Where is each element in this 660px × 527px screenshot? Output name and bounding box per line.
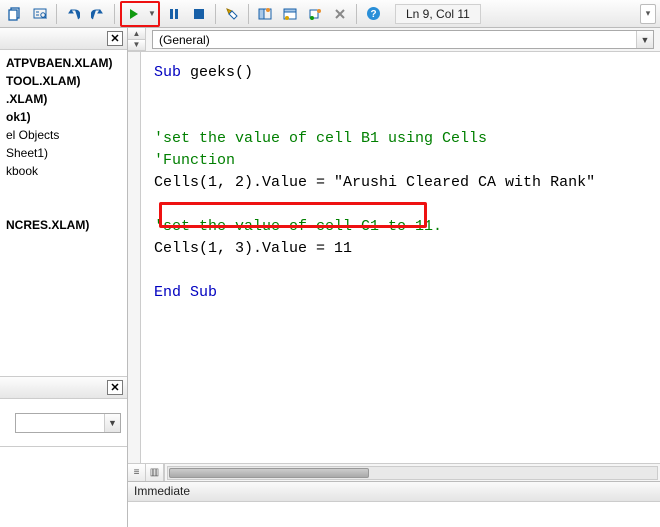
- run-dropdown-arrow-icon[interactable]: ▼: [147, 9, 157, 18]
- properties-grid: [0, 447, 127, 527]
- toolbar-overflow-icon[interactable]: ▾: [640, 4, 656, 24]
- stop-icon[interactable]: [188, 3, 210, 25]
- immediate-window: Immediate: [128, 481, 660, 527]
- view-toggle-buttons: ≡ ▥: [128, 464, 165, 481]
- project-tree[interactable]: ATPVBAEN.XLAM)TOOL.XLAM).XLAM)ok1)el Obj…: [0, 50, 127, 377]
- find-icon[interactable]: [29, 3, 51, 25]
- procedure-view-icon[interactable]: ≡: [128, 464, 146, 481]
- scroll-track[interactable]: [167, 466, 658, 480]
- object-dropdown-value: (General): [159, 33, 210, 47]
- run-icon[interactable]: [123, 3, 145, 25]
- project-panel-header: ✕: [0, 28, 127, 50]
- editor-bottom-bar: ≡ ▥: [128, 463, 660, 481]
- separator: [356, 4, 357, 24]
- separator: [215, 4, 216, 24]
- chevron-down-icon[interactable]: ▼: [636, 31, 653, 48]
- project-tree-item[interactable]: .XLAM): [6, 90, 125, 108]
- svg-text:?: ?: [370, 9, 376, 20]
- properties-panel-header: ✕: [0, 377, 127, 399]
- undo-icon[interactable]: [62, 3, 84, 25]
- separator: [114, 4, 115, 24]
- code-text: Cells(1, 2).Value = "Arushi Cleared CA w…: [154, 172, 652, 194]
- properties-window-icon[interactable]: [279, 3, 301, 25]
- project-tree-item[interactable]: NCRES.XLAM): [6, 216, 125, 234]
- project-tree-item[interactable]: [6, 180, 125, 198]
- edge-buttons: ▲ ▼: [128, 28, 146, 51]
- object-dropdown[interactable]: (General) ▼: [152, 30, 654, 49]
- help-icon[interactable]: ?: [362, 3, 384, 25]
- code-editor[interactable]: Sub geeks() 'set the value of cell B1 us…: [128, 52, 660, 463]
- object-browser-icon[interactable]: [304, 3, 326, 25]
- run-button-highlight: ▼: [120, 1, 160, 27]
- full-module-view-icon[interactable]: ▥: [146, 464, 164, 481]
- chevron-down-icon[interactable]: ▼: [104, 414, 120, 432]
- project-tree-item[interactable]: ATPVBAEN.XLAM): [6, 54, 125, 72]
- project-tree-item[interactable]: el Objects: [6, 126, 125, 144]
- code-comment: 'Function: [154, 150, 652, 172]
- properties-panel: ▼: [0, 399, 127, 447]
- properties-object-dropdown[interactable]: ▼: [15, 413, 121, 433]
- project-tree-item[interactable]: TOOL.XLAM): [6, 72, 125, 90]
- code-keyword: End Sub: [154, 282, 652, 304]
- project-explorer-icon[interactable]: [254, 3, 276, 25]
- code-comment: 'set the value of cell C1 to 11.: [154, 216, 652, 238]
- caret-down-icon[interactable]: ▼: [128, 40, 145, 52]
- main-area: ✕ ATPVBAEN.XLAM)TOOL.XLAM).XLAM)ok1)el O…: [0, 28, 660, 527]
- object-selector-bar: ▲ ▼ (General) ▼: [128, 28, 660, 52]
- horizontal-scrollbar[interactable]: [165, 464, 660, 481]
- project-tree-item[interactable]: kbook: [6, 162, 125, 180]
- code-comment: 'set the value of cell B1 using Cells: [154, 128, 652, 150]
- caret-up-icon[interactable]: ▲: [128, 28, 145, 40]
- code-keyword: Sub: [154, 64, 190, 81]
- copy-icon[interactable]: [4, 3, 26, 25]
- design-mode-icon[interactable]: [221, 3, 243, 25]
- code-text: geeks(): [190, 64, 253, 81]
- immediate-window-title: Immediate: [128, 482, 660, 502]
- cursor-position-status: Ln 9, Col 11: [395, 4, 481, 24]
- close-icon[interactable]: ✕: [107, 380, 123, 395]
- left-sidebar: ✕ ATPVBAEN.XLAM)TOOL.XLAM).XLAM)ok1)el O…: [0, 28, 128, 527]
- close-icon[interactable]: ✕: [107, 31, 123, 46]
- main-toolbar: ▼ ? Ln 9, Col 11 ▾: [0, 0, 660, 28]
- code-editor-area: ▲ ▼ (General) ▼ Sub geeks() 'set the val…: [128, 28, 660, 527]
- scroll-thumb[interactable]: [169, 468, 369, 478]
- project-tree-item[interactable]: Sheet1): [6, 144, 125, 162]
- toolbox-icon[interactable]: [329, 3, 351, 25]
- redo-icon[interactable]: [87, 3, 109, 25]
- code-text: Cells(1, 3).Value = 11: [154, 238, 652, 260]
- project-tree-item[interactable]: ok1): [6, 108, 125, 126]
- pause-icon[interactable]: [163, 3, 185, 25]
- project-tree-item[interactable]: [6, 198, 125, 216]
- separator: [56, 4, 57, 24]
- separator: [248, 4, 249, 24]
